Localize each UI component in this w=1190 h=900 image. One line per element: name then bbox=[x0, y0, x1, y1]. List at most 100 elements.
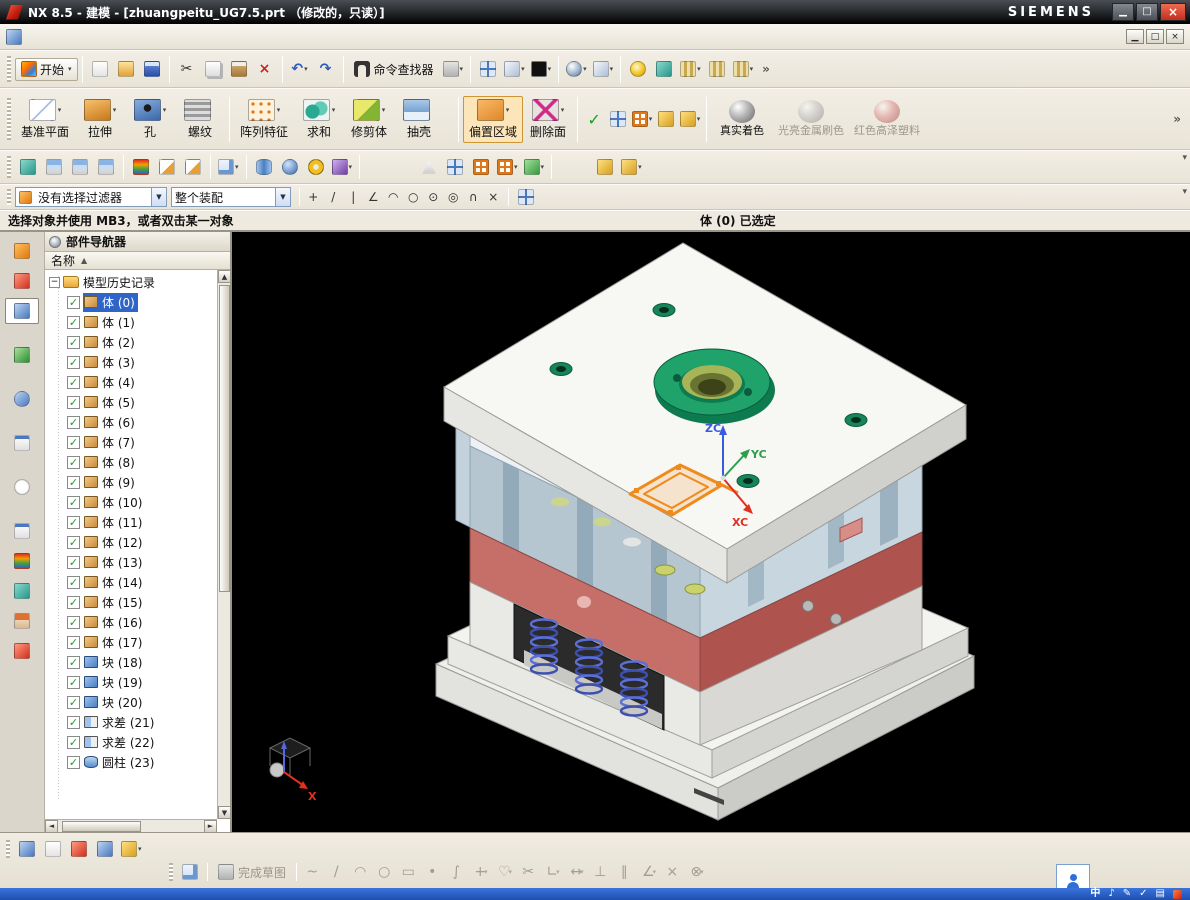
menu-item[interactable] bbox=[122, 33, 138, 41]
tile-windows-button[interactable] bbox=[40, 836, 66, 862]
menu-item[interactable] bbox=[186, 33, 202, 41]
gold-plane-button[interactable]: ▾ bbox=[678, 107, 702, 131]
torus-button[interactable] bbox=[303, 154, 329, 180]
tree-root-row[interactable]: − 模型历史记录 bbox=[45, 272, 217, 292]
view-sync-button[interactable] bbox=[92, 836, 118, 862]
checkbox-icon[interactable]: ✓ bbox=[67, 455, 80, 469]
toolbar-grip[interactable] bbox=[7, 56, 11, 82]
menu-item[interactable] bbox=[74, 33, 90, 41]
graphics-window[interactable]: ZC YC XC X bbox=[232, 232, 1190, 832]
dropdown-arrow-icon[interactable]: ▾ bbox=[521, 65, 525, 73]
snap-point-icon[interactable]: +▾ bbox=[304, 187, 324, 207]
tree-item-row[interactable]: ✓ 体 (2) bbox=[45, 332, 217, 352]
checkbox-icon[interactable]: ✓ bbox=[67, 735, 80, 749]
vertical-scroll-thumb[interactable] bbox=[219, 285, 230, 593]
toolbar-grip[interactable] bbox=[169, 863, 173, 881]
tree-item-row[interactable]: ✓ 体 (5) bbox=[45, 392, 217, 412]
gold-csys-button[interactable] bbox=[592, 154, 618, 180]
render-style-button[interactable]: ▾ bbox=[563, 56, 590, 82]
sketch-tool-icon[interactable]: ∠ ▾ bbox=[637, 860, 661, 884]
gold-datum-button[interactable]: ▾ bbox=[618, 154, 645, 180]
toolbar-grip[interactable] bbox=[6, 840, 10, 858]
horizontal-scrollbar[interactable]: ◄ ► bbox=[45, 819, 217, 832]
blue-grid-button[interactable] bbox=[606, 107, 630, 131]
tree-item-row[interactable]: ✓ 体 (3) bbox=[45, 352, 217, 372]
checkbox-icon[interactable]: ✓ bbox=[67, 555, 80, 569]
menu-item[interactable] bbox=[170, 33, 186, 41]
snap-point-icon[interactable]: ×▾ bbox=[484, 187, 504, 207]
edit-feature-button[interactable] bbox=[154, 154, 180, 180]
cylinder-primitive-button[interactable] bbox=[251, 154, 277, 180]
checkbox-icon[interactable]: ✓ bbox=[67, 535, 80, 549]
checkbox-icon[interactable]: ✓ bbox=[67, 415, 80, 429]
sketch-tool-icon[interactable]: ∟ ▾ bbox=[541, 860, 565, 884]
dropdown-arrow-icon[interactable]: ▾ bbox=[697, 115, 701, 123]
checkbox-icon[interactable]: ✓ bbox=[67, 575, 80, 589]
render-style-button[interactable]: 光亮金属刷色 bbox=[773, 97, 849, 141]
menu-item[interactable] bbox=[202, 33, 218, 41]
menu-item[interactable] bbox=[218, 33, 234, 41]
render-style-button[interactable]: 真实着色 bbox=[711, 97, 773, 141]
sphere-primitive-button[interactable] bbox=[277, 154, 303, 180]
feature-button[interactable]: ▾ 拉伸 bbox=[75, 96, 125, 143]
dropdown-arrow-icon[interactable]: ▾ bbox=[163, 106, 167, 114]
system-materials-button[interactable] bbox=[5, 518, 39, 544]
dropdown-arrow-icon[interactable]: ▾ bbox=[460, 65, 464, 73]
triangle-mesh-button[interactable] bbox=[416, 154, 442, 180]
checkbox-icon[interactable]: ✓ bbox=[67, 715, 80, 729]
close-button[interactable]: × bbox=[1160, 3, 1186, 21]
tree-item-row[interactable]: ✓ 体 (17) bbox=[45, 632, 217, 652]
checkbox-icon[interactable]: ✓ bbox=[67, 335, 80, 349]
dropdown-arrow-icon[interactable]: ▾ bbox=[610, 65, 614, 73]
start-button[interactable]: 开始 ▾ bbox=[15, 57, 78, 81]
scroll-up-icon[interactable]: ▲ bbox=[218, 270, 230, 283]
menu-item[interactable] bbox=[26, 33, 42, 41]
feature-button[interactable]: ▾ 螺纹 bbox=[175, 96, 225, 143]
sketch-tool-icon[interactable]: /▾ bbox=[325, 860, 349, 884]
green-check-button[interactable]: ✓ bbox=[582, 107, 606, 131]
snap-point-icon[interactable]: ⊙▾ bbox=[424, 187, 444, 207]
render-style-button[interactable]: 红色高泽塑料 bbox=[849, 97, 925, 141]
dropdown-arrow-icon[interactable]: ▾ bbox=[235, 163, 239, 171]
snap-point-icon[interactable]: /▾ bbox=[324, 187, 344, 207]
dropdown-arrow-icon[interactable]: ▾ bbox=[382, 106, 386, 114]
minimize-button[interactable]: ▁ bbox=[1112, 3, 1134, 21]
sketch-tool-icon[interactable]: ↔ ▾ bbox=[565, 860, 589, 884]
dropdown-arrow-icon[interactable]: ▾ bbox=[548, 65, 552, 73]
tree-item-row[interactable]: ✓ 求差 (21) bbox=[45, 712, 217, 732]
roles-button[interactable] bbox=[5, 608, 39, 634]
row-overflow-arrow-icon[interactable]: ▾ bbox=[1182, 187, 1187, 197]
tree-item-row[interactable]: ✓ 求差 (22) bbox=[45, 732, 217, 752]
wave-linker-button[interactable] bbox=[128, 154, 154, 180]
scroll-left-icon[interactable]: ◄ bbox=[45, 819, 58, 832]
checkbox-icon[interactable]: ✓ bbox=[67, 635, 80, 649]
sketch-tool-icon[interactable]: ○▾ bbox=[373, 860, 397, 884]
toolbar-overflow-icon[interactable]: » bbox=[1173, 112, 1181, 126]
copy-button[interactable] bbox=[200, 56, 226, 82]
toolbar-grip[interactable] bbox=[7, 98, 11, 140]
snap-point-icon[interactable]: ○▾ bbox=[404, 187, 424, 207]
layer-visible-button[interactable] bbox=[67, 154, 93, 180]
ime-sound-icon[interactable]: ♪ bbox=[1108, 889, 1114, 899]
checkbox-icon[interactable]: ✓ bbox=[67, 375, 80, 389]
feature-button[interactable]: ▾ 阵列特征 bbox=[234, 96, 294, 143]
command-finder-button[interactable]: 命令查找器 bbox=[348, 56, 440, 82]
web-browser-button[interactable] bbox=[5, 430, 39, 456]
checkbox-icon[interactable]: ✓ bbox=[67, 675, 80, 689]
cube-plus-button[interactable] bbox=[14, 836, 40, 862]
feature-button[interactable]: ▾ 孔 bbox=[125, 96, 175, 143]
delete-button[interactable]: × bbox=[252, 56, 278, 82]
new-part-button[interactable] bbox=[87, 56, 113, 82]
sketch-task-button[interactable] bbox=[177, 859, 203, 885]
tree-item-row[interactable]: ✓ 体 (8) bbox=[45, 452, 217, 472]
dropdown-arrow-icon[interactable]: ▾ bbox=[506, 106, 510, 114]
mdi-minimize-button[interactable]: ▁ bbox=[1126, 29, 1144, 44]
window-layout-button[interactable] bbox=[475, 56, 501, 82]
taskbar-corner-icon[interactable] bbox=[1173, 889, 1182, 899]
dropdown-arrow-icon[interactable]: ▾ bbox=[697, 65, 701, 73]
checkbox-icon[interactable]: ✓ bbox=[67, 295, 80, 309]
layer-category-button[interactable] bbox=[93, 154, 119, 180]
finish-sketch-button[interactable]: 完成草图 bbox=[212, 862, 292, 883]
maximize-button[interactable]: □ bbox=[1136, 3, 1158, 21]
dropdown-arrow-icon[interactable]: ▾ bbox=[58, 106, 62, 114]
